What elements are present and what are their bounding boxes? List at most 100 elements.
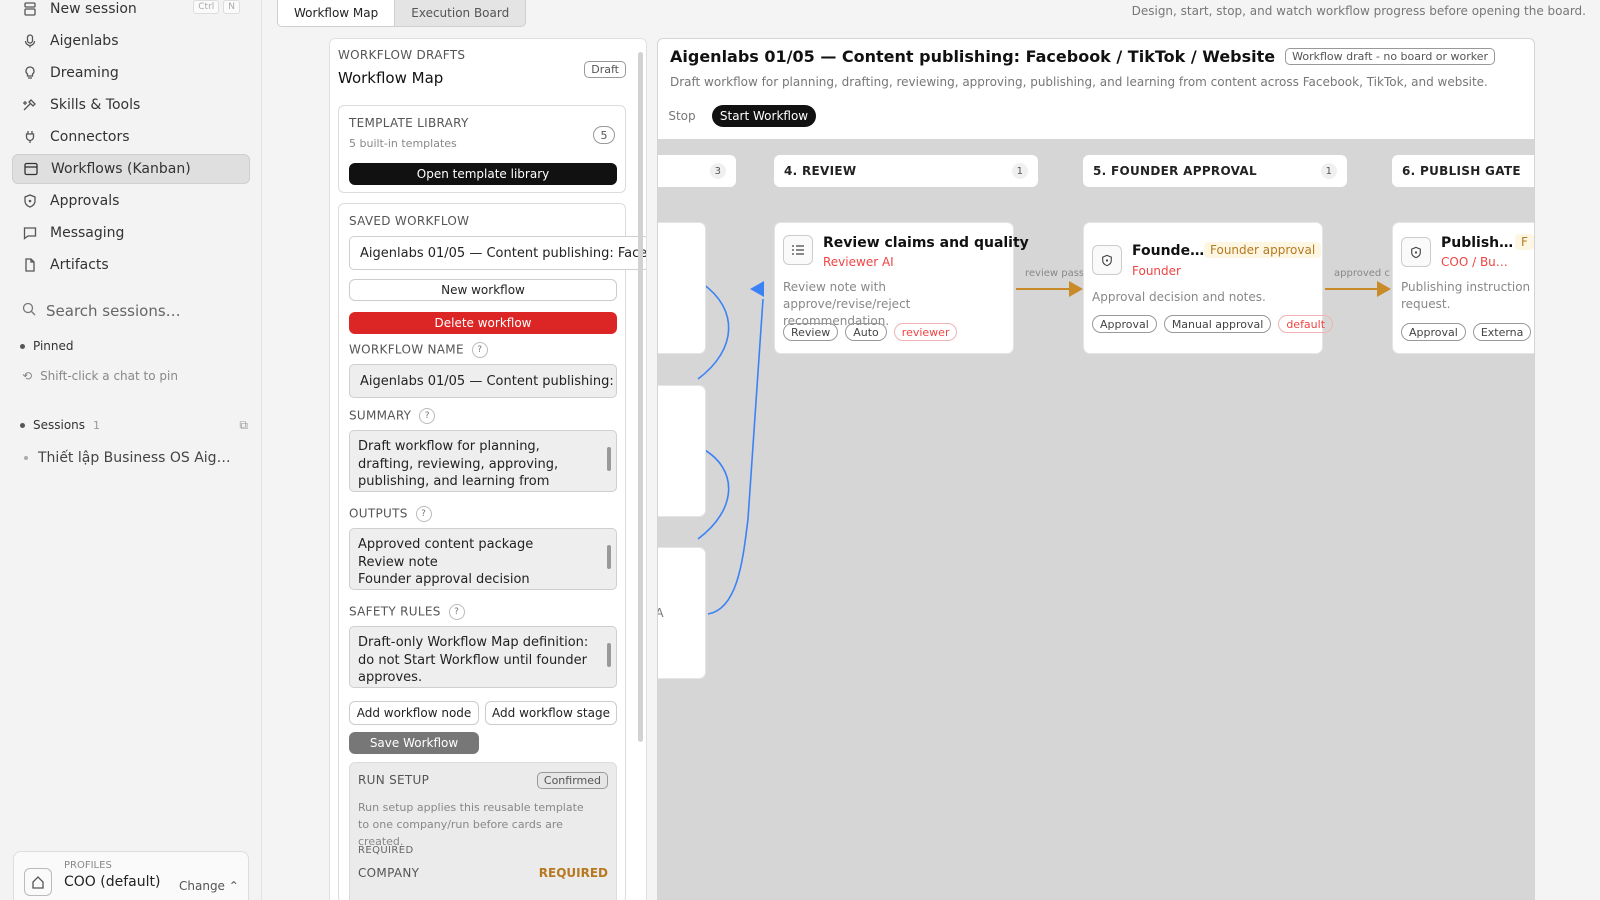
lightbulb-icon — [22, 65, 38, 81]
summary-scrollbar[interactable] — [607, 447, 611, 471]
sidebar-item-aigenlabs[interactable]: Aigenlabs — [12, 26, 250, 56]
stage-name: 4. REVIEW — [784, 164, 857, 178]
sidebar-item-dreaming[interactable]: Dreaming — [12, 58, 250, 88]
workflow-node-card[interactable]: Founde… Founder approval Founder Approva… — [1083, 222, 1334, 354]
tab-workflow-map[interactable]: Workflow Map — [278, 0, 396, 26]
saved-workflow-label: SAVED WORKFLOW — [349, 214, 470, 228]
new-workflow-button[interactable]: New workflow — [349, 279, 617, 301]
workflow-title-row: Aigenlabs 01/05 — Content publishing: Fa… — [670, 47, 1496, 66]
workflow-name-field[interactable]: Aigenlabs 01/05 — Content publishing: Fa… — [349, 364, 617, 398]
sidebar-item-connectors[interactable]: Connectors — [12, 122, 250, 152]
outputs-field[interactable]: Approved content package Review note Fou… — [349, 528, 617, 590]
new-session-icon — [22, 1, 38, 17]
save-workflow-button[interactable]: Save Workflow — [349, 732, 479, 754]
help-icon[interactable]: ? — [471, 342, 488, 358]
partial-card[interactable] — [658, 385, 706, 517]
arrow-head-icon — [750, 281, 764, 297]
outputs-label: OUTPUTS? — [349, 506, 432, 522]
outputs-scrollbar[interactable] — [607, 545, 611, 569]
shortcut-key-n: N — [223, 0, 240, 14]
stop-button[interactable]: Stop — [660, 105, 704, 127]
workflow-node-card[interactable]: Review claims and quality Reviewer AI Re… — [774, 222, 1029, 354]
safety-rules-scrollbar[interactable] — [607, 643, 611, 667]
partial-card[interactable] — [658, 222, 706, 354]
help-icon[interactable]: ? — [448, 604, 465, 620]
drafts-scrollbar[interactable] — [637, 42, 645, 742]
session-search[interactable]: Search sessions… — [22, 302, 181, 320]
edge-label-approved: approved c — [1334, 268, 1390, 279]
shield-icon — [22, 193, 38, 209]
run-setup-status-badge: Confirmed — [536, 772, 608, 789]
add-workflow-node-button[interactable]: Add workflow node — [349, 701, 479, 725]
sidebar-item-messaging[interactable]: Messaging — [12, 218, 250, 248]
node-owner: COO / Bu… — [1441, 255, 1508, 269]
help-icon[interactable]: ? — [419, 408, 436, 424]
pinned-hint: ⟲ Shift-click a chat to pin — [22, 369, 178, 383]
workflow-title: Aigenlabs 01/05 — Content publishing: Fa… — [670, 47, 1276, 66]
profile-switcher[interactable]: PROFILES COO (default) Change ⌃ — [13, 851, 249, 900]
saved-workflow-box: SAVED WORKFLOW Aigenlabs 01/05 — Content… — [338, 203, 646, 900]
sidebar-item-label: Skills & Tools — [50, 97, 141, 113]
drafts-scrollbar-thumb[interactable] — [638, 52, 643, 742]
summary-label: SUMMARY? — [349, 408, 436, 424]
node-tag-role: reviewer — [893, 323, 958, 341]
sidebar-item-workflows[interactable]: Workflows (Kanban) — [12, 154, 250, 184]
outputs-label-text: OUTPUTS — [349, 506, 408, 521]
workflow-node-card[interactable]: Publish… F COO / Bu… Publishing instruct… — [1392, 222, 1534, 354]
sidebar-item-label: Workflows (Kanban) — [51, 161, 191, 177]
help-icon[interactable]: ? — [415, 506, 432, 522]
list-icon — [783, 235, 813, 265]
stage-count: 3 — [710, 163, 726, 179]
node-title: Founde… — [1132, 243, 1205, 259]
arrow-head-icon — [1069, 281, 1083, 297]
session-list-item[interactable]: Thiết lập Business OS Aig… — [24, 450, 231, 466]
pin-icon: ⟲ — [22, 369, 33, 383]
template-count-text: 5 built-in templates — [349, 137, 457, 150]
template-library-box: TEMPLATE LIBRARY 5 built-in templates 5 … — [338, 105, 626, 193]
add-workflow-stage-button[interactable]: Add workflow stage — [485, 701, 617, 725]
start-workflow-button[interactable]: Start Workflow — [712, 105, 816, 127]
safety-rules-field[interactable]: Draft-only Workflow Map definition: do n… — [349, 626, 617, 688]
workflow-canvas-panel: Aigenlabs 01/05 — Content publishing: Fa… — [657, 38, 1535, 900]
sidebar: New session Ctrl N Aigenlabs Dreaming Sk… — [0, 0, 262, 900]
arrow-head-icon — [1377, 281, 1391, 297]
workflow-canvas[interactable]: review pass approved c 3 TA 4. REVIEW 1 … — [658, 139, 1534, 900]
run-setup-desc: Run setup applies this reusable template… — [358, 801, 584, 848]
workflow-status-badge: Workflow draft - no board or worker — [1285, 48, 1496, 65]
node-tags: Review Auto reviewer — [783, 323, 958, 341]
node-title: Publish… — [1441, 235, 1514, 251]
search-input[interactable]: Search sessions… — [46, 302, 181, 320]
top-hint: Design, start, stop, and watch workflow … — [1131, 4, 1586, 18]
tab-execution-board[interactable]: Execution Board — [395, 0, 525, 26]
sidebar-item-artifacts[interactable]: Artifacts — [12, 250, 250, 280]
workflow-description: Draft workflow for planning, drafting, r… — [670, 75, 1488, 89]
stage-header-publish-gate: 6. PUBLISH GATE — [1392, 155, 1534, 187]
partial-card[interactable]: TA — [658, 547, 706, 679]
sessions-label: Sessions — [33, 418, 86, 432]
sidebar-item-skills-tools[interactable]: Skills & Tools — [12, 90, 250, 120]
archive-icon[interactable]: ⧉ — [239, 418, 248, 433]
microphone-icon — [22, 33, 38, 49]
node-approval-badge: F — [1515, 234, 1534, 250]
sessions-count: 1 — [93, 418, 101, 432]
output-line: Founder approval decision — [358, 572, 530, 587]
summary-field[interactable]: Draft workflow for planning, drafting, r… — [349, 430, 617, 492]
edge-label-review-pass: review pass — [1025, 268, 1085, 279]
delete-workflow-button[interactable]: Delete workflow — [349, 312, 617, 334]
output-line: Review note — [358, 554, 438, 570]
open-template-library-button[interactable]: Open template library — [349, 163, 617, 185]
chat-icon — [22, 225, 38, 241]
pinned-dot-icon — [20, 343, 25, 349]
new-session-button[interactable]: New session Ctrl N — [12, 0, 250, 24]
profile-name: COO (default) — [64, 874, 161, 890]
shield-icon — [1401, 237, 1431, 267]
node-tag: Externa — [1472, 323, 1532, 341]
safety-rules-label-text: SAFETY RULES — [349, 604, 441, 619]
profile-change-button[interactable]: Change ⌃ — [179, 879, 239, 893]
sidebar-item-approvals[interactable]: Approvals — [12, 186, 250, 216]
sidebar-item-label: Messaging — [50, 225, 125, 241]
saved-workflow-select[interactable]: Aigenlabs 01/05 — Content publishing: Fa… — [349, 236, 646, 270]
stage-name: 6. PUBLISH GATE — [1402, 164, 1521, 178]
profiles-label: PROFILES — [64, 860, 112, 871]
summary-label-text: SUMMARY — [349, 408, 412, 423]
